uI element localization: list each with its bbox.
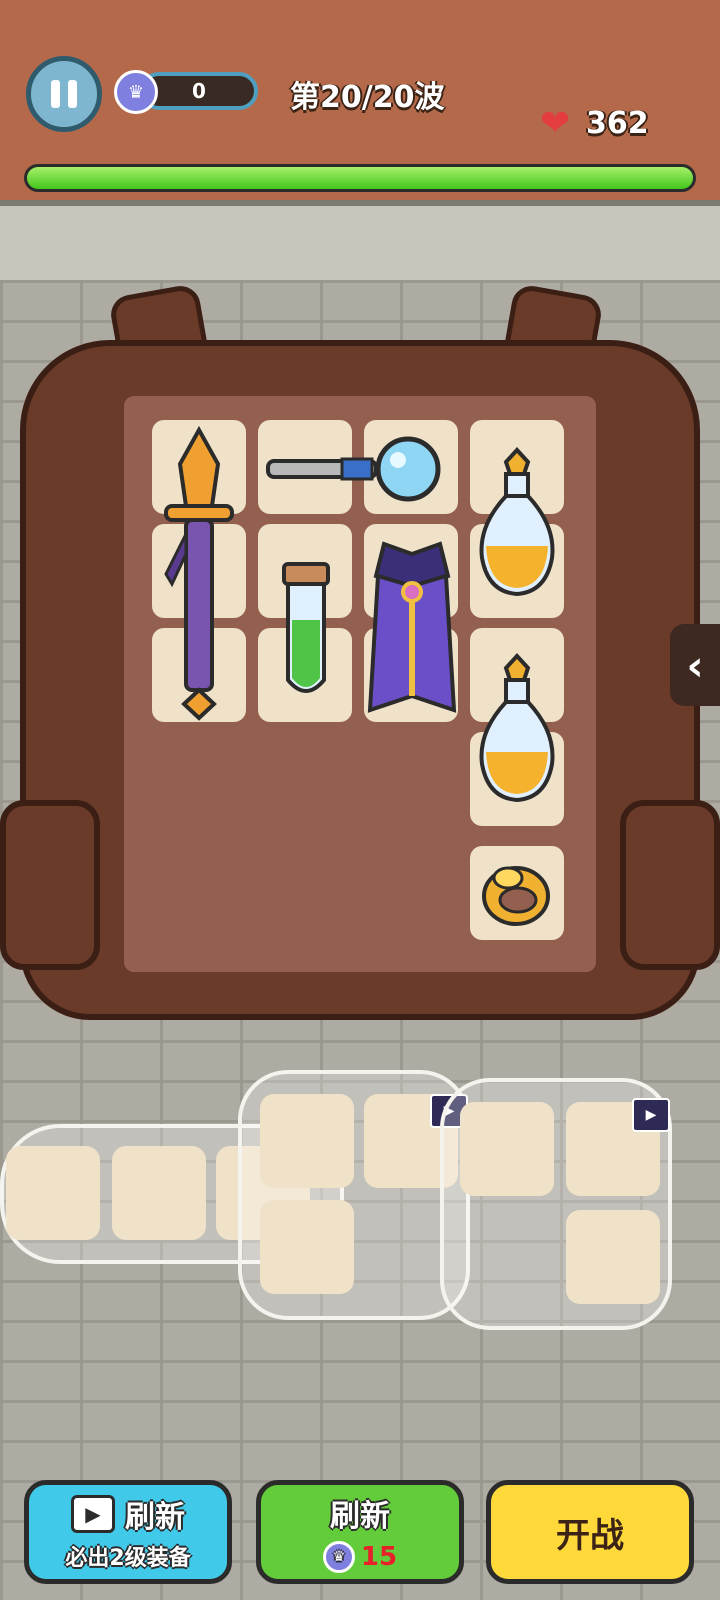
backpack-pocket-right (620, 800, 720, 970)
sword-icon[interactable] (156, 424, 242, 724)
hp-bar (24, 164, 696, 192)
cloak-icon[interactable] (364, 536, 460, 722)
start-battle-label: 开战 (556, 1515, 624, 1556)
chevron-left-icon: ‹ (686, 640, 704, 690)
crown-gem-icon: ♛ (322, 1541, 355, 1573)
bag-piece-slot (260, 1094, 354, 1188)
video-play-icon: ▶ (71, 1495, 115, 1533)
start-battle-button[interactable]: 开战 (486, 1480, 694, 1584)
hp-bar-fill (27, 167, 693, 189)
gem-refresh-label: 刷新 (330, 1499, 390, 1534)
bag-piece-slot (566, 1210, 660, 1304)
castle-wall-top (0, 200, 720, 286)
yellow-potion-icon[interactable] (474, 652, 560, 812)
ad-refresh-subtitle: 必出2级装备 (65, 1546, 191, 1571)
crown-gem-icon: ♛ (114, 70, 158, 114)
backpack-pocket-left (0, 800, 100, 970)
pause-icon (51, 80, 77, 108)
bag-piece-slot (260, 1200, 354, 1294)
gem-count: 0 (192, 79, 206, 103)
gold-ring-icon[interactable] (478, 856, 554, 932)
video-ad-icon: ▶ (632, 1098, 670, 1132)
heart-icon: ❤ (540, 103, 571, 144)
gem-refresh-cost: 15 (360, 1542, 398, 1572)
side-panel-toggle[interactable]: ‹ (670, 624, 720, 706)
bag-piece-slot (6, 1146, 100, 1240)
bag-piece-slot (460, 1102, 554, 1196)
hp-value: 362 (586, 106, 649, 141)
ad-refresh-label: 刷新 (125, 1500, 185, 1535)
ad-refresh-button[interactable]: ▶ 刷新 必出2级装备 (24, 1480, 232, 1584)
magnifying-glass-icon[interactable] (262, 434, 452, 504)
pause-button[interactable] (26, 56, 102, 132)
gem-refresh-button[interactable]: 刷新 ♛ 15 (256, 1480, 464, 1584)
bag-piece-slot (112, 1146, 206, 1240)
green-potion-icon[interactable] (278, 560, 334, 706)
wave-indicator: 第20/20波 (290, 80, 445, 115)
yellow-potion-icon[interactable] (474, 446, 560, 606)
